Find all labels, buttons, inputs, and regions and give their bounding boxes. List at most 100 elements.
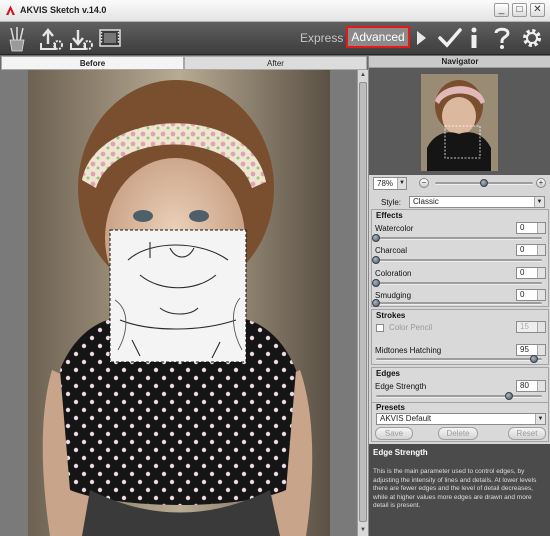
canvas-vertical-scrollbar[interactable]: ▲ ▼: [357, 70, 368, 536]
express-mode-tab[interactable]: Express: [300, 31, 343, 45]
advanced-mode-tab[interactable]: Advanced: [346, 26, 410, 48]
spin-arrows-icon[interactable]: [537, 223, 545, 233]
scrollbar-thumb[interactable]: [359, 82, 367, 522]
effects-group: Effects Watercolor 0 Charcoal 0 Colorati…: [371, 209, 549, 307]
coloration-param: Coloration 0: [372, 267, 550, 291]
strokes-title: Strokes: [376, 311, 406, 320]
zoom-out-button[interactable]: −: [419, 178, 429, 188]
charcoal-input[interactable]: 0: [516, 244, 546, 256]
watercolor-input[interactable]: 0: [516, 222, 546, 234]
chevron-down-icon: ▼: [535, 414, 545, 424]
open-settings-icon[interactable]: [38, 25, 64, 52]
toolbar: Express Advanced: [0, 22, 550, 55]
charcoal-slider-knob[interactable]: [372, 256, 380, 264]
reset-preset-button[interactable]: Reset: [508, 427, 546, 440]
midtones-hatching-value: 95: [520, 345, 529, 354]
smudging-input[interactable]: 0: [516, 289, 546, 301]
delete-preset-button[interactable]: Delete: [438, 427, 478, 440]
charcoal-value: 0: [520, 245, 525, 254]
window-title: AKVIS Sketch v.14.0: [20, 5, 107, 15]
watercolor-value: 0: [520, 223, 525, 232]
navigator-thumbnail: [421, 74, 498, 171]
chevron-down-icon: ▼: [397, 178, 406, 189]
save-settings-icon[interactable]: [68, 25, 94, 52]
info-icon[interactable]: [468, 27, 480, 49]
midtones-hatching-label: Midtones Hatching: [375, 346, 442, 355]
play-icon[interactable]: [415, 30, 427, 46]
watercolor-slider-knob[interactable]: [372, 234, 380, 242]
color-pencil-label: Color Pencil: [389, 323, 433, 332]
smudging-label: Smudging: [375, 291, 412, 300]
color-pencil-value: 15: [520, 322, 529, 331]
preset-value: AKVIS Default: [380, 414, 432, 423]
help-icon[interactable]: [494, 27, 510, 49]
midtones-hatching-input[interactable]: 95: [516, 344, 546, 356]
title-bar: AKVIS Sketch v.14.0 _ □ ✕: [0, 0, 550, 22]
coloration-slider-knob[interactable]: [372, 279, 380, 287]
minimize-button[interactable]: _: [494, 3, 509, 17]
edge-strength-slider[interactable]: [376, 392, 542, 400]
spin-arrows-icon[interactable]: [537, 345, 545, 355]
edge-strength-param: Edge Strength 80: [372, 380, 550, 404]
smudging-slider-knob[interactable]: [372, 299, 380, 307]
preset-buttons: Save Delete Reset: [372, 427, 550, 441]
midtones-hatching-slider-knob[interactable]: [529, 355, 538, 363]
spin-arrows-icon[interactable]: [537, 245, 545, 255]
zoom-in-button[interactable]: +: [536, 178, 546, 188]
tab-before[interactable]: Before: [1, 56, 184, 70]
spin-arrows-icon[interactable]: [537, 381, 545, 391]
gear-icon[interactable]: [521, 27, 543, 49]
apply-checkmark-icon[interactable]: [438, 28, 462, 48]
settings-panel: Navigator 78% ▼ − + Style: Classic ▼ Eff…: [368, 56, 550, 536]
coloration-value: 0: [520, 268, 525, 277]
spin-arrows-icon[interactable]: [537, 290, 545, 300]
coloration-input[interactable]: 0: [516, 267, 546, 279]
tab-after[interactable]: After: [184, 56, 367, 70]
view-tabs: Before After: [0, 56, 368, 70]
style-value: Classic: [413, 197, 439, 206]
chevron-down-icon: ▼: [534, 197, 544, 207]
save-preset-button[interactable]: Save: [375, 427, 413, 440]
navigator-preview[interactable]: [369, 68, 550, 175]
style-label: Style:: [381, 198, 402, 207]
charcoal-label: Charcoal: [375, 246, 408, 255]
strokes-group: Strokes Color Pencil 15 Midtones Hatchin…: [371, 309, 549, 365]
spin-arrows-icon[interactable]: [537, 322, 545, 332]
midtones-hatching-slider[interactable]: [376, 355, 542, 363]
zoom-select[interactable]: 78% ▼: [373, 177, 407, 190]
zoom-slider-knob[interactable]: [480, 179, 488, 187]
presets-select[interactable]: AKVIS Default ▼: [376, 413, 546, 425]
smudging-value: 0: [520, 290, 525, 299]
charcoal-param: Charcoal 0: [372, 244, 550, 268]
image-canvas[interactable]: [0, 70, 368, 536]
spin-arrows-icon[interactable]: [537, 268, 545, 278]
color-pencil-param: Color Pencil 15: [372, 321, 550, 345]
edge-strength-input[interactable]: 80: [516, 380, 546, 392]
effects-title: Effects: [376, 211, 403, 220]
watercolor-slider[interactable]: [372, 234, 542, 242]
zoom-slider[interactable]: [435, 179, 533, 187]
zoom-value: 78%: [377, 179, 394, 188]
color-pencil-input[interactable]: 15: [516, 321, 546, 333]
scroll-down-icon[interactable]: ▼: [359, 526, 367, 535]
charcoal-slider[interactable]: [372, 256, 542, 264]
style-select[interactable]: Classic ▼: [409, 196, 545, 208]
app-logo-icon: [6, 5, 15, 15]
maximize-button[interactable]: □: [512, 3, 527, 17]
coloration-label: Coloration: [375, 269, 412, 278]
close-button[interactable]: ✕: [530, 3, 545, 17]
navigator-title: Navigator: [369, 56, 550, 68]
smudging-slider[interactable]: [372, 299, 542, 307]
edges-title: Edges: [376, 369, 401, 378]
brush-icon[interactable]: [5, 25, 29, 52]
edge-strength-slider-knob[interactable]: [504, 392, 513, 400]
help-text: This is the main parameter used to contr…: [373, 468, 537, 509]
presets-group: Presets AKVIS Default ▼ Save Delete Rese…: [371, 402, 549, 442]
filmstrip-icon[interactable]: [99, 29, 121, 47]
scroll-up-icon[interactable]: ▲: [359, 71, 367, 80]
coloration-slider[interactable]: [372, 279, 542, 287]
photo-preview: [28, 70, 330, 536]
zoom-row: 78% ▼ − +: [369, 177, 550, 191]
presets-title: Presets: [376, 403, 405, 412]
color-pencil-checkbox[interactable]: [376, 324, 384, 332]
